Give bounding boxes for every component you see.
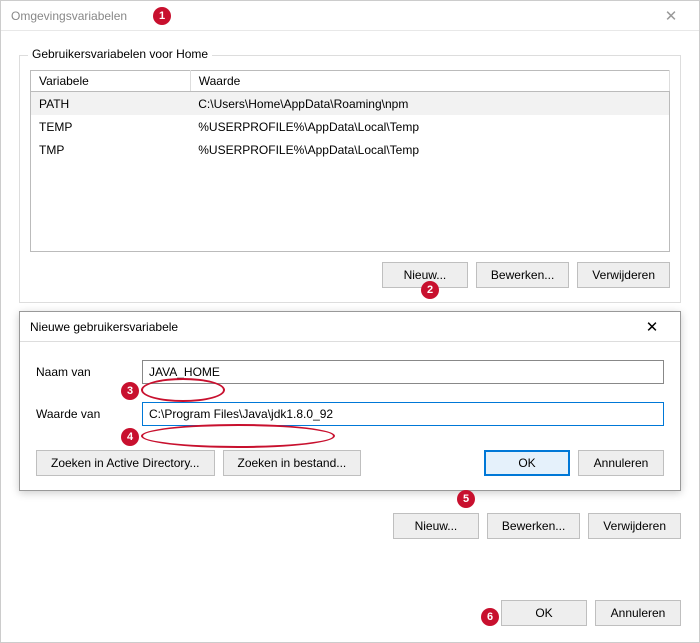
col-value[interactable]: Waarde (190, 71, 669, 92)
cell-val: C:\Users\Home\AppData\Roaming\npm (190, 92, 669, 116)
cell-var: TMP (31, 138, 191, 161)
cancel-button[interactable]: Annuleren (595, 600, 681, 626)
new-user-var-dialog: Nieuwe gebruikersvariabele ✕ Naam van Wa… (19, 311, 681, 491)
user-vars-table: Variabele Waarde PATH C:\Users\Home\AppD… (30, 70, 670, 252)
new-button[interactable]: Nieuw... (382, 262, 468, 288)
browse-file-button[interactable]: Zoeken in bestand... (223, 450, 362, 476)
dialog-titlebar: Nieuwe gebruikersvariabele ✕ (20, 312, 680, 342)
table-header: Variabele Waarde (31, 71, 670, 92)
ok-button[interactable]: OK (501, 600, 587, 626)
cell-var: TEMP (31, 115, 191, 138)
window-footer: OK Annuleren (501, 600, 681, 626)
env-vars-window: Omgevingsvariabelen ✕ Gebruikersvariabel… (0, 0, 700, 643)
name-label: Naam van (36, 365, 142, 379)
user-vars-title: Gebruikersvariabelen voor Home (28, 47, 212, 61)
cancel-button[interactable]: Annuleren (578, 450, 664, 476)
user-vars-buttons: Nieuw... Bewerken... Verwijderen (30, 262, 670, 288)
delete-button[interactable]: Verwijderen (577, 262, 670, 288)
value-label: Waarde van (36, 407, 142, 421)
user-vars-group: Gebruikersvariabelen voor Home Variabele… (19, 55, 681, 303)
dialog-title: Nieuwe gebruikersvariabele (30, 320, 632, 334)
close-icon[interactable]: ✕ (632, 314, 672, 340)
variable-name-input[interactable] (142, 360, 664, 384)
dialog-buttons: Zoeken in Active Directory... Zoeken in … (36, 450, 664, 476)
browse-directory-button[interactable]: Zoeken in Active Directory... (36, 450, 215, 476)
titlebar: Omgevingsvariabelen ✕ (1, 1, 699, 31)
edit-button[interactable]: Bewerken... (487, 513, 580, 539)
ok-button[interactable]: OK (484, 450, 570, 476)
table-row[interactable]: PATH C:\Users\Home\AppData\Roaming\npm (31, 92, 670, 116)
col-variable[interactable]: Variabele (31, 71, 191, 92)
table-row[interactable]: TMP %USERPROFILE%\AppData\Local\Temp (31, 138, 670, 161)
window-title: Omgevingsvariabelen (11, 9, 651, 23)
name-field: Naam van (36, 360, 664, 384)
new-button[interactable]: Nieuw... (393, 513, 479, 539)
delete-button[interactable]: Verwijderen (588, 513, 681, 539)
cell-val: %USERPROFILE%\AppData\Local\Temp (190, 138, 669, 161)
variable-value-input[interactable] (142, 402, 664, 426)
edit-button[interactable]: Bewerken... (476, 262, 569, 288)
dialog-body: Naam van Waarde van Zoeken in Active Dir… (20, 342, 680, 490)
value-field: Waarde van (36, 402, 664, 426)
cell-val: %USERPROFILE%\AppData\Local\Temp (190, 115, 669, 138)
table-row[interactable]: TEMP %USERPROFILE%\AppData\Local\Temp (31, 115, 670, 138)
table-row (31, 162, 670, 252)
close-icon[interactable]: ✕ (651, 3, 691, 29)
cell-var: PATH (31, 92, 191, 116)
annotation-marker: 6 (481, 608, 499, 626)
system-vars-buttons: Nieuw... Bewerken... Verwijderen (19, 509, 681, 539)
